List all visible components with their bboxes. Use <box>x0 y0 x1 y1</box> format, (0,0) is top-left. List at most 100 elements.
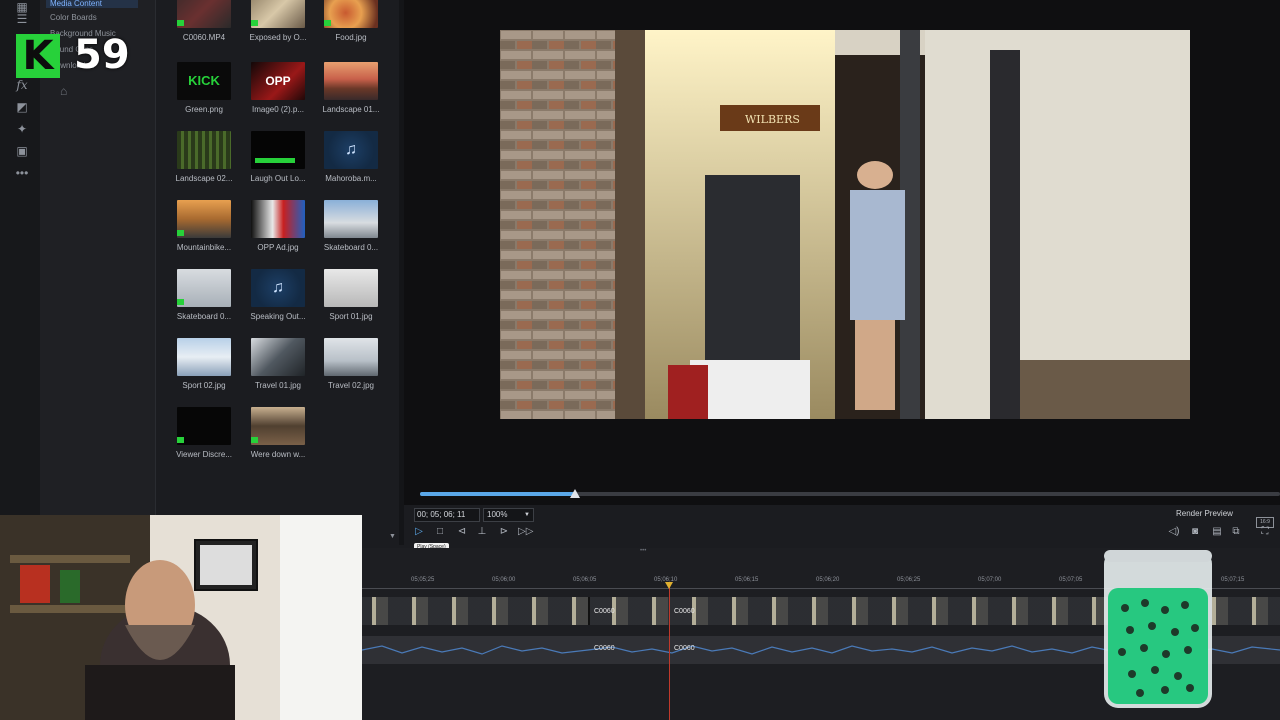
clip-label: C0060 <box>594 608 615 615</box>
media-library: C0060.MP4 Exposed by O... Food.jpg KICK … <box>156 0 398 515</box>
clip-label: C0060 <box>674 645 695 652</box>
volume-icon[interactable]: ◁) <box>1167 526 1181 538</box>
media-label: Food.jpg <box>335 33 367 42</box>
media-item[interactable]: Viewer Discre... <box>167 407 241 459</box>
media-label: Speaking Out... <box>250 312 306 321</box>
play-icon[interactable]: ▷ <box>412 526 426 538</box>
media-item[interactable]: Sport 01.jpg <box>314 269 388 321</box>
fx-icon[interactable]: fx <box>14 78 30 92</box>
next-frame-icon[interactable]: ⊳ <box>497 526 511 538</box>
fast-forward-icon[interactable]: ▷▷ <box>518 526 533 538</box>
more-icon[interactable]: ••• <box>14 166 30 180</box>
fullscreen-icon[interactable]: ⛶ <box>1258 526 1272 538</box>
media-label: C0060.MP4 <box>182 33 226 42</box>
webcam-feed <box>0 515 362 720</box>
timeline-tick: 05;06;15 <box>735 577 759 583</box>
media-item[interactable]: ♫ Speaking Out... <box>241 269 315 321</box>
media-item[interactable]: Laugh Out Lo... <box>241 131 315 183</box>
title-icon[interactable]: ▣ <box>14 144 30 158</box>
render-preview-button[interactable]: Render Preview <box>1176 509 1233 518</box>
media-thumb <box>177 338 231 376</box>
media-label: Green.png <box>185 105 223 114</box>
media-item[interactable]: Were down w... <box>241 407 315 459</box>
media-thumb: KICK <box>177 62 231 100</box>
clip-cut <box>588 597 590 625</box>
stop-icon[interactable]: □ <box>433 526 447 538</box>
split-icon[interactable]: ⊥ <box>475 526 489 538</box>
media-item[interactable]: OPP Ad.jpg <box>241 200 315 252</box>
media-thumb <box>251 338 305 376</box>
media-item[interactable]: Food.jpg <box>314 0 388 42</box>
drag-handle-icon[interactable]: ••• <box>640 548 646 554</box>
playhead[interactable] <box>669 582 670 720</box>
media-thumb: OPP <box>251 62 305 100</box>
media-label: Skateboard 0... <box>176 312 232 321</box>
preview-video-image: WILBERS <box>500 30 1190 419</box>
media-item[interactable]: KICK Green.png <box>167 62 241 114</box>
timecode-field[interactable]: 00; 05; 06; 11 <box>414 508 480 522</box>
timeline-tick: 05;06;05 <box>573 577 597 583</box>
undock-icon[interactable]: ⧉ <box>1229 526 1243 538</box>
media-label: OPP Ad.jpg <box>257 243 299 252</box>
media-item[interactable]: Landscape 01... <box>314 62 388 114</box>
media-item[interactable]: Travel 02.jpg <box>314 338 388 390</box>
media-thumb <box>324 0 378 28</box>
particle-icon[interactable]: ✦ <box>14 122 30 136</box>
add-folder-icon[interactable]: ⌂ <box>60 84 67 98</box>
playhead-marker[interactable] <box>665 582 673 589</box>
media-thumb <box>177 269 231 307</box>
timeline-tick: 05;06;25 <box>897 577 921 583</box>
jar-illustration <box>1104 550 1212 708</box>
snapshot-icon[interactable]: ◙ <box>1188 526 1202 538</box>
media-item[interactable]: Exposed by O... <box>241 0 315 42</box>
category-color-boards[interactable]: Color Boards <box>50 13 97 22</box>
scrub-handle[interactable] <box>570 489 580 498</box>
media-item[interactable]: C0060.MP4 <box>167 0 241 42</box>
media-label: Sport 02.jpg <box>182 381 226 390</box>
media-label: Travel 02.jpg <box>328 381 374 390</box>
media-label: Landscape 01... <box>322 105 380 114</box>
webcam-image <box>0 515 362 720</box>
media-list-icon[interactable]: ☰ <box>14 12 30 26</box>
media-thumb <box>324 338 378 376</box>
media-label: Were down w... <box>250 450 306 459</box>
wilbers-sign: WILBERS <box>745 113 800 126</box>
media-label: Landscape 02... <box>175 174 233 183</box>
timeline-tick: 05;07;05 <box>1059 577 1083 583</box>
clip-label: C0060 <box>594 645 615 652</box>
scrub-progress <box>420 492 575 496</box>
media-item[interactable]: OPP Image0 (2).p... <box>241 62 315 114</box>
preview-frame: WILBERS <box>500 30 1190 419</box>
kick-logo: K <box>16 34 60 78</box>
media-item[interactable]: Sport 02.jpg <box>167 338 241 390</box>
transition-icon[interactable]: ◩ <box>14 100 30 114</box>
media-item[interactable]: Mountainbike... <box>167 200 241 252</box>
media-item[interactable]: ♫ Mahoroba.m... <box>314 131 388 183</box>
media-thumb <box>251 200 305 238</box>
zoom-select[interactable]: 100% ▼ <box>483 508 534 522</box>
timeline-tick: 05;07;15 <box>1221 577 1245 583</box>
timeline-tick: 05;06;20 <box>816 577 840 583</box>
media-thumb <box>177 0 231 28</box>
media-item[interactable]: Landscape 02... <box>167 131 241 183</box>
media-item[interactable]: Skateboard 0... <box>314 200 388 252</box>
media-label: Viewer Discre... <box>176 450 232 459</box>
media-thumb <box>324 200 378 238</box>
settings-icon[interactable]: ▤ <box>1210 526 1224 538</box>
media-thumb <box>177 200 231 238</box>
category-media-content[interactable]: Media Content <box>46 0 138 8</box>
media-thumb <box>177 131 231 169</box>
media-label: Mahoroba.m... <box>325 174 377 183</box>
media-item[interactable]: Travel 01.jpg <box>241 338 315 390</box>
music-note-icon: ♫ <box>251 269 305 307</box>
media-thumb <box>324 269 378 307</box>
clip-label: C0060 <box>674 608 695 615</box>
kick-counter: 59 <box>74 32 130 78</box>
media-thumb <box>251 131 305 169</box>
zoom-value: 100% <box>487 510 508 519</box>
splitter-down-icon[interactable]: ▼ <box>389 533 396 540</box>
timeline-tick: 05;07;00 <box>978 577 1002 583</box>
prev-frame-icon[interactable]: ⊲ <box>455 526 469 538</box>
music-note-icon: ♫ <box>324 131 378 169</box>
media-item[interactable]: Skateboard 0... <box>167 269 241 321</box>
